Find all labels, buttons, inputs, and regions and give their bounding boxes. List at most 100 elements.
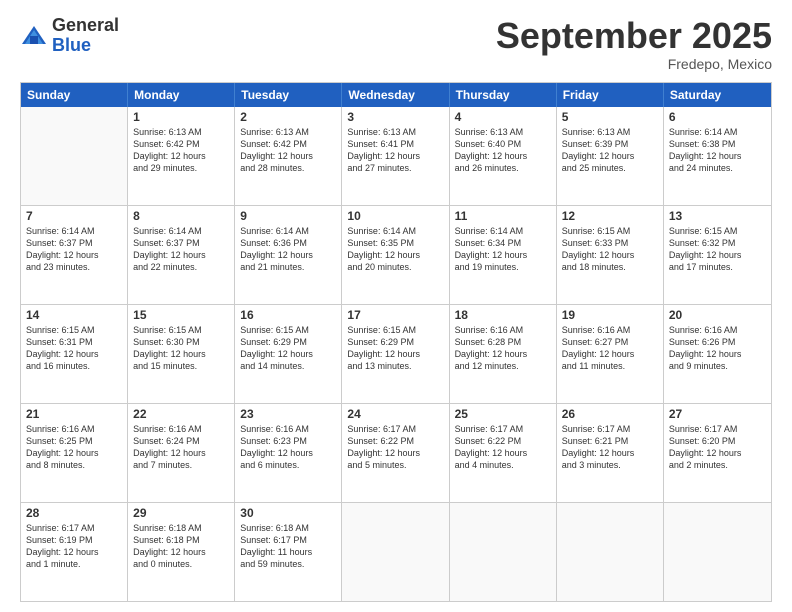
logo: General Blue	[20, 16, 119, 56]
calendar-cell: 12Sunrise: 6:15 AM Sunset: 6:33 PM Dayli…	[557, 206, 664, 304]
day-number: 1	[133, 110, 229, 124]
day-number: 21	[26, 407, 122, 421]
cell-info: Sunrise: 6:15 AM Sunset: 6:29 PM Dayligh…	[347, 324, 443, 373]
calendar-cell: 7 Sunrise: 6:14 AM Sunset: 6:37 PM Daylig…	[21, 206, 128, 304]
day-number: 5	[562, 110, 658, 124]
cell-info: Sunrise: 6:17 AM Sunset: 6:22 PM Dayligh…	[347, 423, 443, 472]
calendar-cell: 20Sunrise: 6:16 AM Sunset: 6:26 PM Dayli…	[664, 305, 771, 403]
day-number: 15	[133, 308, 229, 322]
calendar: SundayMondayTuesdayWednesdayThursdayFrid…	[20, 82, 772, 602]
cell-info: Sunrise: 6:15 AM Sunset: 6:33 PM Dayligh…	[562, 225, 658, 274]
header-cell-sunday: Sunday	[21, 83, 128, 107]
location: Fredepo, Mexico	[496, 56, 772, 72]
cell-info: Sunrise: 6:14 AM Sunset: 6:38 PM Dayligh…	[669, 126, 766, 175]
day-number: 19	[562, 308, 658, 322]
header-cell-monday: Monday	[128, 83, 235, 107]
calendar-cell: 10 Sunrise: 6:14 AM Sunset: 6:35 PM Dayli…	[342, 206, 449, 304]
cell-info: Sunrise: 6:17 AM Sunset: 6:22 PM Dayligh…	[455, 423, 551, 472]
day-number: 11	[455, 209, 551, 223]
calendar-cell: 18 Sunrise: 6:16 AM Sunset: 6:28 PM Dayli…	[450, 305, 557, 403]
header-cell-wednesday: Wednesday	[342, 83, 449, 107]
logo-blue: Blue	[52, 35, 91, 55]
cell-info: Sunrise: 6:13 AM Sunset: 6:41 PM Dayligh…	[347, 126, 443, 175]
day-number: 9	[240, 209, 336, 223]
calendar-body: 1 Sunrise: 6:13 AM Sunset: 6:42 PM Daylig…	[21, 107, 771, 601]
calendar-cell: 23 Sunrise: 6:16 AM Sunset: 6:23 PM Dayli…	[235, 404, 342, 502]
cell-info: Sunrise: 6:14 AM Sunset: 6:35 PM Dayligh…	[347, 225, 443, 274]
header-cell-friday: Friday	[557, 83, 664, 107]
calendar-cell: 13Sunrise: 6:15 AM Sunset: 6:32 PM Dayli…	[664, 206, 771, 304]
day-number: 8	[133, 209, 229, 223]
cell-info: Sunrise: 6:13 AM Sunset: 6:39 PM Dayligh…	[562, 126, 658, 175]
day-number: 7	[26, 209, 122, 223]
cell-info: Sunrise: 6:14 AM Sunset: 6:34 PM Dayligh…	[455, 225, 551, 274]
calendar-cell: 14 Sunrise: 6:15 AM Sunset: 6:31 PM Dayli…	[21, 305, 128, 403]
cell-info: Sunrise: 6:17 AM Sunset: 6:19 PM Dayligh…	[26, 522, 122, 571]
header-cell-saturday: Saturday	[664, 83, 771, 107]
logo-general: General	[52, 15, 119, 35]
day-number: 16	[240, 308, 336, 322]
cell-info: Sunrise: 6:16 AM Sunset: 6:25 PM Dayligh…	[26, 423, 122, 472]
calendar-cell	[557, 503, 664, 601]
title-block: September 2025 Fredepo, Mexico	[496, 16, 772, 72]
calendar-cell: 6 Sunrise: 6:14 AM Sunset: 6:38 PM Daylig…	[664, 107, 771, 205]
calendar-cell: 16Sunrise: 6:15 AM Sunset: 6:29 PM Dayli…	[235, 305, 342, 403]
calendar-cell: 19 Sunrise: 6:16 AM Sunset: 6:27 PM Dayli…	[557, 305, 664, 403]
cell-info: Sunrise: 6:17 AM Sunset: 6:21 PM Dayligh…	[562, 423, 658, 472]
day-number: 27	[669, 407, 766, 421]
cell-info: Sunrise: 6:16 AM Sunset: 6:23 PM Dayligh…	[240, 423, 336, 472]
calendar-cell: 25 Sunrise: 6:17 AM Sunset: 6:22 PM Dayli…	[450, 404, 557, 502]
cell-info: Sunrise: 6:14 AM Sunset: 6:37 PM Dayligh…	[26, 225, 122, 274]
calendar-cell: 27 Sunrise: 6:17 AM Sunset: 6:20 PM Dayli…	[664, 404, 771, 502]
cell-info: Sunrise: 6:16 AM Sunset: 6:28 PM Dayligh…	[455, 324, 551, 373]
day-number: 6	[669, 110, 766, 124]
calendar-page: General Blue September 2025 Fredepo, Mex…	[0, 0, 792, 612]
day-number: 25	[455, 407, 551, 421]
month-title: September 2025	[496, 16, 772, 56]
calendar-cell	[450, 503, 557, 601]
cell-info: Sunrise: 6:16 AM Sunset: 6:27 PM Dayligh…	[562, 324, 658, 373]
day-number: 18	[455, 308, 551, 322]
cell-info: Sunrise: 6:15 AM Sunset: 6:31 PM Dayligh…	[26, 324, 122, 373]
cell-info: Sunrise: 6:17 AM Sunset: 6:20 PM Dayligh…	[669, 423, 766, 472]
calendar-cell	[342, 503, 449, 601]
calendar-cell: 26Sunrise: 6:17 AM Sunset: 6:21 PM Dayli…	[557, 404, 664, 502]
day-number: 2	[240, 110, 336, 124]
calendar-cell: 11 Sunrise: 6:14 AM Sunset: 6:34 PM Dayli…	[450, 206, 557, 304]
day-number: 10	[347, 209, 443, 223]
calendar-cell: 9 Sunrise: 6:14 AM Sunset: 6:36 PM Daylig…	[235, 206, 342, 304]
day-number: 4	[455, 110, 551, 124]
cell-info: Sunrise: 6:13 AM Sunset: 6:42 PM Dayligh…	[133, 126, 229, 175]
calendar-cell: 28 Sunrise: 6:17 AM Sunset: 6:19 PM Dayli…	[21, 503, 128, 601]
day-number: 3	[347, 110, 443, 124]
cell-info: Sunrise: 6:16 AM Sunset: 6:26 PM Dayligh…	[669, 324, 766, 373]
day-number: 24	[347, 407, 443, 421]
calendar-week-3: 14 Sunrise: 6:15 AM Sunset: 6:31 PM Dayli…	[21, 304, 771, 403]
cell-info: Sunrise: 6:15 AM Sunset: 6:30 PM Dayligh…	[133, 324, 229, 373]
cell-info: Sunrise: 6:18 AM Sunset: 6:17 PM Dayligh…	[240, 522, 336, 571]
calendar-cell: 29 Sunrise: 6:18 AM Sunset: 6:18 PM Dayli…	[128, 503, 235, 601]
day-number: 14	[26, 308, 122, 322]
cell-info: Sunrise: 6:14 AM Sunset: 6:36 PM Dayligh…	[240, 225, 336, 274]
day-number: 30	[240, 506, 336, 520]
calendar-week-4: 21 Sunrise: 6:16 AM Sunset: 6:25 PM Dayli…	[21, 403, 771, 502]
calendar-cell: 2Sunrise: 6:13 AM Sunset: 6:42 PM Daylig…	[235, 107, 342, 205]
cell-info: Sunrise: 6:18 AM Sunset: 6:18 PM Dayligh…	[133, 522, 229, 571]
logo-icon	[20, 22, 48, 50]
calendar-cell: 1 Sunrise: 6:13 AM Sunset: 6:42 PM Daylig…	[128, 107, 235, 205]
day-number: 23	[240, 407, 336, 421]
calendar-cell: 21 Sunrise: 6:16 AM Sunset: 6:25 PM Dayli…	[21, 404, 128, 502]
cell-info: Sunrise: 6:16 AM Sunset: 6:24 PM Dayligh…	[133, 423, 229, 472]
calendar-cell: 17Sunrise: 6:15 AM Sunset: 6:29 PM Dayli…	[342, 305, 449, 403]
calendar-week-5: 28 Sunrise: 6:17 AM Sunset: 6:19 PM Dayli…	[21, 502, 771, 601]
day-number: 13	[669, 209, 766, 223]
calendar-cell	[664, 503, 771, 601]
cell-info: Sunrise: 6:13 AM Sunset: 6:40 PM Dayligh…	[455, 126, 551, 175]
day-number: 29	[133, 506, 229, 520]
cell-info: Sunrise: 6:14 AM Sunset: 6:37 PM Dayligh…	[133, 225, 229, 274]
calendar-cell: 4 Sunrise: 6:13 AM Sunset: 6:40 PM Daylig…	[450, 107, 557, 205]
day-number: 28	[26, 506, 122, 520]
calendar-cell: 8 Sunrise: 6:14 AM Sunset: 6:37 PM Daylig…	[128, 206, 235, 304]
calendar-cell: 22Sunrise: 6:16 AM Sunset: 6:24 PM Dayli…	[128, 404, 235, 502]
calendar-cell: 5 Sunrise: 6:13 AM Sunset: 6:39 PM Daylig…	[557, 107, 664, 205]
